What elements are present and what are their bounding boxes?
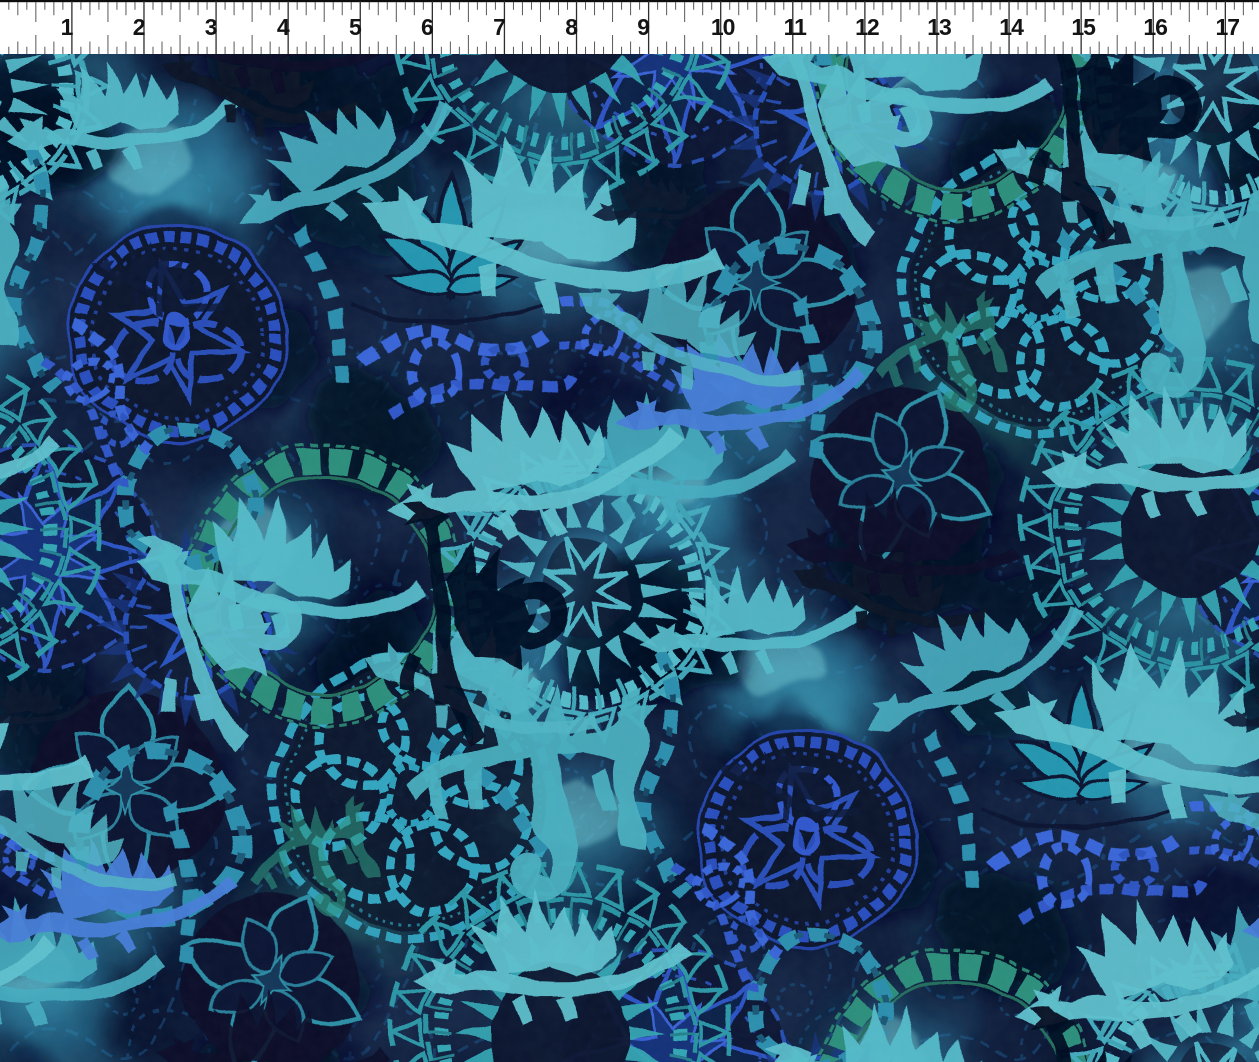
svg-text:9: 9 (637, 14, 649, 40)
svg-text:13: 13 (927, 14, 951, 40)
svg-text:15: 15 (1071, 14, 1096, 40)
svg-text:11: 11 (784, 14, 808, 40)
svg-text:2: 2 (133, 14, 145, 40)
svg-text:1: 1 (61, 14, 74, 40)
svg-text:7: 7 (493, 14, 505, 40)
svg-text:14: 14 (999, 14, 1024, 40)
svg-text:5: 5 (349, 14, 362, 40)
svg-text:10: 10 (711, 14, 735, 40)
svg-text:12: 12 (855, 14, 879, 40)
svg-text:17: 17 (1216, 14, 1240, 40)
svg-text:8: 8 (565, 14, 578, 40)
svg-text:16: 16 (1143, 14, 1167, 40)
svg-text:6: 6 (421, 14, 433, 40)
svg-text:4: 4 (277, 14, 290, 40)
svg-text:3: 3 (205, 14, 217, 40)
